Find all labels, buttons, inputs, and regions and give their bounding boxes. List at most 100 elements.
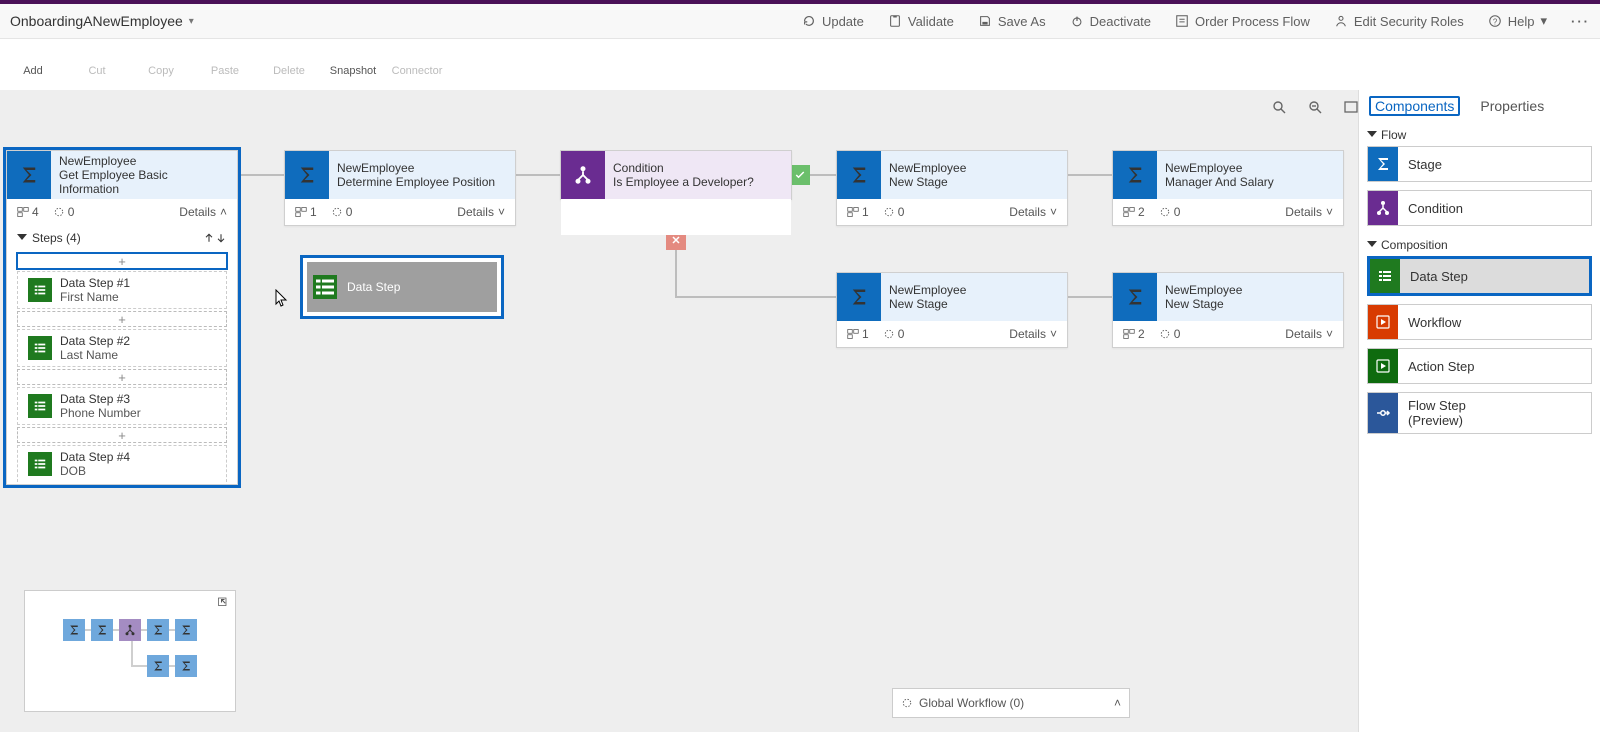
details-toggle[interactable]: Details˅ <box>1285 205 1333 219</box>
minimap-node <box>175 655 197 677</box>
delete-label: Delete <box>273 65 305 77</box>
add-button[interactable]: Add <box>8 43 58 77</box>
minimap-node <box>147 655 169 677</box>
more-actions-button[interactable]: ··· <box>1571 14 1590 29</box>
add-step-slot[interactable]: + <box>17 253 227 269</box>
copy-button[interactable]: Copy <box>136 43 186 77</box>
component-action-step[interactable]: Action Step <box>1367 348 1592 384</box>
steps-header: Steps (4) <box>32 231 81 245</box>
steps-count: 1 <box>847 205 869 219</box>
stage-entity: NewEmployee <box>889 283 1059 297</box>
step-row[interactable]: Data Step #4DOB <box>17 445 227 482</box>
global-workflow-label: Global Workflow (0) <box>919 696 1024 710</box>
steps-icon <box>17 206 29 218</box>
workflow-icon <box>1368 305 1398 339</box>
cut-label: Cut <box>88 65 105 77</box>
connector-button[interactable]: Connector <box>392 43 442 77</box>
stage-card-4[interactable]: NewEmployeeManager And Salary 20Details˅ <box>1112 150 1344 226</box>
paste-button[interactable]: Paste <box>200 43 250 77</box>
component-data-step[interactable]: Data Step <box>1367 256 1592 296</box>
chevron-down-icon: ˅ <box>1326 205 1333 219</box>
move-down-icon[interactable] <box>215 232 227 244</box>
group-flow-header[interactable]: Flow <box>1367 128 1592 142</box>
component-stage[interactable]: Stage <box>1367 146 1592 182</box>
save-as-button[interactable]: Save As <box>978 14 1046 29</box>
stage-entity: NewEmployee <box>1165 161 1335 175</box>
add-step-slot[interactable]: + <box>17 369 227 385</box>
details-toggle[interactable]: Details˄ <box>179 205 227 219</box>
order-label: Order Process Flow <box>1195 14 1310 29</box>
process-title[interactable]: OnboardingANewEmployee ▾ <box>10 13 194 29</box>
details-toggle[interactable]: Details˅ <box>1009 205 1057 219</box>
delete-button[interactable]: Delete <box>264 43 314 77</box>
stage-icon <box>1113 273 1157 321</box>
x-icon <box>670 234 682 246</box>
chevron-up-icon[interactable]: ˄ <box>1114 696 1121 710</box>
stage-card-1[interactable]: NewEmployee Get Employee Basic Informati… <box>6 150 238 485</box>
order-process-flow-button[interactable]: Order Process Flow <box>1175 14 1310 29</box>
stage-name: Is Employee a Developer? <box>613 175 783 189</box>
details-toggle[interactable]: Details˅ <box>1009 327 1057 341</box>
zoom-out-button[interactable] <box>1306 98 1324 116</box>
designer-canvas[interactable]: NewEmployee Get Employee Basic Informati… <box>0 90 1370 732</box>
update-button[interactable]: Update <box>802 14 864 29</box>
add-step-slot[interactable]: + <box>17 311 227 327</box>
cut-button[interactable]: Cut <box>72 43 122 77</box>
details-toggle[interactable]: Details˅ <box>1285 327 1333 341</box>
stage-icon <box>837 273 881 321</box>
global-workflow-bar[interactable]: Global Workflow (0) ˄ <box>892 688 1130 718</box>
tab-components[interactable]: Components <box>1369 96 1460 116</box>
minimap[interactable] <box>24 590 236 712</box>
snapshot-button[interactable]: Snapshot <box>328 43 378 77</box>
details-toggle[interactable]: Details˅ <box>457 205 505 219</box>
validate-button[interactable]: Validate <box>888 14 954 29</box>
step-subtitle: Last Name <box>60 348 130 362</box>
dragging-data-step[interactable]: Data Step <box>300 255 504 319</box>
steps-count: 4 <box>17 205 39 219</box>
stage-icon <box>1368 147 1398 181</box>
stage-card-6[interactable]: NewEmployeeNew Stage 20Details˅ <box>1112 272 1344 348</box>
condition-card[interactable]: ConditionIs Employee a Developer? <box>560 150 792 200</box>
stage-card-5[interactable]: NewEmployeeNew Stage 10Details˅ <box>836 272 1068 348</box>
component-workflow[interactable]: Workflow <box>1367 304 1592 340</box>
zoom-in-button[interactable] <box>1270 98 1288 116</box>
chevron-down-icon: ▾ <box>1540 13 1547 29</box>
triggers-count: 0 <box>883 205 905 219</box>
triggers-count: 0 <box>331 205 353 219</box>
stage-entity: NewEmployee <box>337 161 507 175</box>
data-step-icon <box>28 452 52 476</box>
group-composition-header[interactable]: Composition <box>1367 238 1592 252</box>
snapshot-label: Snapshot <box>330 65 376 77</box>
deactivate-button[interactable]: Deactivate <box>1070 14 1151 29</box>
minimap-expand-icon[interactable] <box>217 595 229 610</box>
component-label: Workflow <box>1408 315 1461 330</box>
stage-entity: NewEmployee <box>1165 283 1335 297</box>
step-row[interactable]: Data Step #1First Name <box>17 271 227 309</box>
help-button[interactable]: Help ▾ <box>1488 13 1547 29</box>
condition-true-marker <box>790 165 810 185</box>
stage-card-3[interactable]: NewEmployeeNew Stage 10Details˅ <box>836 150 1068 226</box>
help-label: Help <box>1508 14 1535 29</box>
toolbar: Add Cut Copy Paste Delete Snapshot Conne… <box>0 39 1600 96</box>
data-step-icon <box>313 275 337 299</box>
triggers-count: 0 <box>1159 327 1181 341</box>
component-condition[interactable]: Condition <box>1367 190 1592 226</box>
move-up-icon[interactable] <box>203 232 215 244</box>
stage-card-2[interactable]: NewEmployeeDetermine Employee Position 1… <box>284 150 516 226</box>
component-flow-step[interactable]: Flow Step (Preview) <box>1367 392 1592 434</box>
steps-count: 1 <box>295 205 317 219</box>
stage-icon <box>285 151 329 199</box>
tab-properties[interactable]: Properties <box>1476 96 1548 116</box>
collapse-icon <box>1367 241 1377 247</box>
condition-icon <box>561 151 605 199</box>
edit-security-roles-button[interactable]: Edit Security Roles <box>1334 14 1464 29</box>
steps-count: 2 <box>1123 205 1145 219</box>
stage-icon <box>1113 151 1157 199</box>
disk-icon <box>978 14 992 28</box>
add-step-slot[interactable]: + <box>17 427 227 443</box>
step-row[interactable]: Data Step #2Last Name <box>17 329 227 367</box>
component-label: Stage <box>1408 157 1442 172</box>
connector-line <box>1065 296 1117 298</box>
collapse-icon[interactable] <box>17 234 27 240</box>
step-row[interactable]: Data Step #3Phone Number <box>17 387 227 425</box>
